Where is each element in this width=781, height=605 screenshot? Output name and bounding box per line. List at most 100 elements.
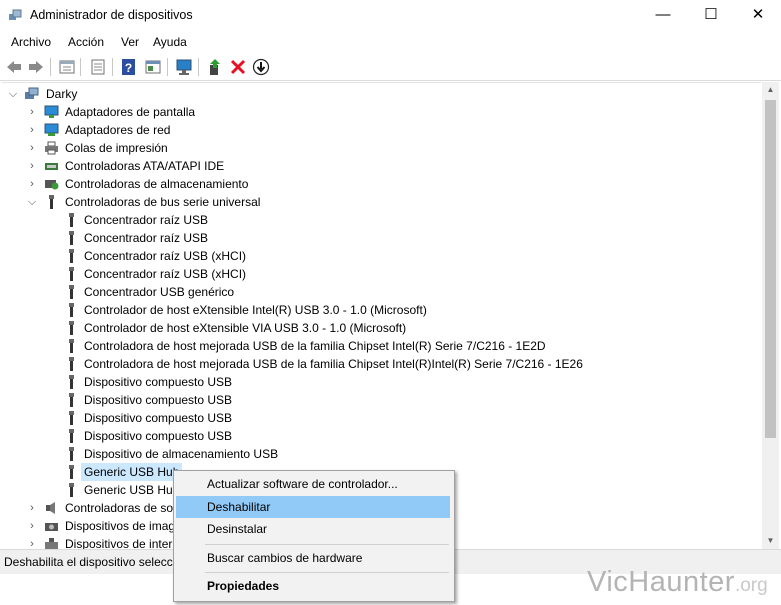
toolbar-separator	[80, 58, 81, 76]
usb-plug-icon	[49, 195, 54, 209]
usb-plug-icon	[69, 321, 74, 335]
imaging-device-icon	[45, 523, 58, 531]
window-title: Administrador de dispositivos	[30, 8, 193, 22]
tree-category-label: Adaptadores de pantalla	[65, 105, 196, 119]
forward-arrow-icon[interactable]	[27, 58, 45, 76]
usb-device-label: Concentrador raíz USB (xHCI)	[84, 249, 247, 263]
menu-ver[interactable]: Ver	[121, 35, 139, 49]
usb-device-row[interactable]: Controlador de host eXtensible VIA USB 3…	[2, 319, 742, 337]
disable-down-icon[interactable]	[252, 58, 270, 76]
expand-chevron-icon[interactable]: ›	[27, 535, 37, 550]
ide-controller-icon	[45, 163, 58, 170]
menu-archivo[interactable]: Archivo	[11, 35, 51, 49]
usb-device-row[interactable]: Dispositivo compuesto USB	[2, 391, 742, 409]
expand-chevron-icon[interactable]: ›	[27, 121, 37, 139]
title-bar: Administrador de dispositivos — ☐ ✕	[0, 0, 781, 32]
usb-device-row[interactable]: Concentrador raíz USB (xHCI)	[2, 265, 742, 283]
tree-category[interactable]: › Adaptadores de red	[2, 121, 742, 139]
menu-item-disable[interactable]: Deshabilitar	[176, 496, 450, 518]
maximize-button[interactable]: ☐	[688, 0, 734, 30]
usb-device-row[interactable]: Controladora de host mejorada USB de la …	[2, 337, 742, 355]
menu-item-label: Propiedades	[207, 579, 280, 593]
usb-plug-icon	[69, 429, 74, 443]
properties-icon[interactable]	[58, 58, 76, 76]
usb-device-label: Controladora de host mejorada USB de la …	[84, 357, 583, 371]
menu-item-update-driver[interactable]: Actualizar software de controlador...	[176, 473, 450, 495]
usb-device-label: Dispositivo compuesto USB	[84, 411, 233, 425]
monitor-scan-icon[interactable]	[175, 58, 193, 76]
close-button[interactable]: ✕	[735, 0, 781, 30]
expand-chevron-icon[interactable]: ›	[27, 517, 37, 535]
usb-device-row[interactable]: Controlador de host eXtensible Intel(R) …	[2, 301, 742, 319]
usb-plug-icon	[69, 285, 74, 299]
update-driver-icon[interactable]	[206, 58, 224, 76]
usb-device-row[interactable]: Concentrador raíz USB	[2, 229, 742, 247]
watermark-logo: VicHaunter.org	[587, 566, 768, 599]
usb-plug-icon	[69, 231, 74, 245]
uninstall-x-icon[interactable]	[229, 58, 247, 76]
usb-device-row[interactable]: Controladora de host mejorada USB de la …	[2, 355, 742, 373]
tree-root[interactable]: ⌵ Darky	[2, 85, 742, 103]
usb-device-label: Dispositivo compuesto USB	[84, 375, 233, 389]
usb-device-row[interactable]: Dispositivo compuesto USB	[2, 409, 742, 427]
usb-device-row[interactable]: Concentrador raíz USB	[2, 211, 742, 229]
watermark-tld: .org	[734, 575, 768, 596]
menu-ayuda[interactable]: Ayuda	[153, 35, 187, 49]
expand-chevron-icon[interactable]: ›	[27, 157, 37, 175]
usb-device-label: Concentrador raíz USB	[84, 213, 209, 227]
tree-category-label: Adaptadores de red	[65, 123, 171, 137]
tree-category[interactable]: › Controladoras de almacenamiento	[2, 175, 742, 193]
toolbar-separator	[112, 58, 113, 76]
tree-category-label: Controladoras de bus serie universal	[65, 195, 261, 209]
expand-chevron-icon[interactable]: ›	[27, 175, 37, 193]
tree-category[interactable]: › Controladoras ATA/ATAPI IDE	[2, 157, 742, 175]
usb-device-label: Dispositivo de almacenamiento USB	[84, 447, 279, 461]
usb-plug-icon	[69, 339, 74, 353]
expand-chevron-icon[interactable]: ›	[27, 499, 37, 517]
menu-separator	[205, 572, 449, 573]
usb-device-row[interactable]: Concentrador raíz USB (xHCI)	[2, 247, 742, 265]
usb-device-row[interactable]: Dispositivo de almacenamiento USB	[2, 445, 742, 463]
tree-category-label: Controladoras de almacenamiento	[65, 177, 249, 191]
usb-device-label: Concentrador raíz USB	[84, 231, 209, 245]
usb-device-row[interactable]: Dispositivo compuesto USB	[2, 427, 742, 445]
menu-item-scan-hardware[interactable]: Buscar cambios de hardware	[176, 547, 450, 569]
collapse-chevron-icon[interactable]: ⌵	[8, 85, 18, 103]
menu-item-properties[interactable]: Propiedades	[176, 575, 450, 597]
tree-category[interactable]: › Adaptadores de pantalla	[2, 103, 742, 121]
menu-item-label: Buscar cambios de hardware	[207, 551, 363, 565]
usb-plug-icon	[69, 411, 74, 425]
view-icon[interactable]	[144, 58, 162, 76]
menu-accion[interactable]: Acción	[68, 35, 104, 49]
scroll-down-arrow-icon[interactable]: ▼	[762, 533, 779, 549]
sound-controller-icon	[46, 502, 55, 514]
details-icon[interactable]	[89, 58, 107, 76]
scroll-up-arrow-icon[interactable]: ▲	[762, 82, 779, 98]
expand-chevron-icon[interactable]: ›	[27, 139, 37, 157]
usb-device-label: Dispositivo compuesto USB	[84, 429, 233, 443]
toolbar: ?	[0, 54, 781, 81]
minimize-button[interactable]: —	[640, 0, 686, 30]
usb-device-row[interactable]: Dispositivo compuesto USB	[2, 373, 742, 391]
expand-chevron-icon[interactable]: ›	[27, 103, 37, 121]
usb-device-label: Concentrador USB genérico	[84, 285, 235, 299]
usb-plug-icon	[69, 393, 74, 407]
tree-category-label: Controladoras de so	[65, 501, 174, 515]
usb-device-label: Controlador de host eXtensible Intel(R) …	[84, 303, 427, 317]
usb-device-label: Dispositivo compuesto USB	[84, 393, 233, 407]
context-menu: Actualizar software de controlador... De…	[173, 470, 455, 602]
back-arrow-icon[interactable]	[5, 58, 23, 76]
help-icon[interactable]: ?	[120, 58, 138, 76]
tree-category-usb[interactable]: ⌵ Controladoras de bus serie universal	[2, 193, 742, 211]
collapse-chevron-icon[interactable]: ⌵	[27, 193, 37, 211]
menu-item-uninstall[interactable]: Desinstalar	[176, 518, 450, 540]
print-queue-icon	[45, 141, 58, 155]
toolbar-separator	[50, 58, 51, 76]
vertical-scrollbar[interactable]: ▲ ▼	[762, 82, 779, 549]
scroll-thumb[interactable]	[765, 100, 776, 438]
device-manager-app-icon	[9, 9, 22, 20]
tree-category[interactable]: › Colas de impresión	[2, 139, 742, 157]
usb-plug-icon	[69, 483, 74, 497]
tree-category-label: Colas de impresión	[65, 141, 168, 155]
usb-device-row[interactable]: Concentrador USB genérico	[2, 283, 742, 301]
